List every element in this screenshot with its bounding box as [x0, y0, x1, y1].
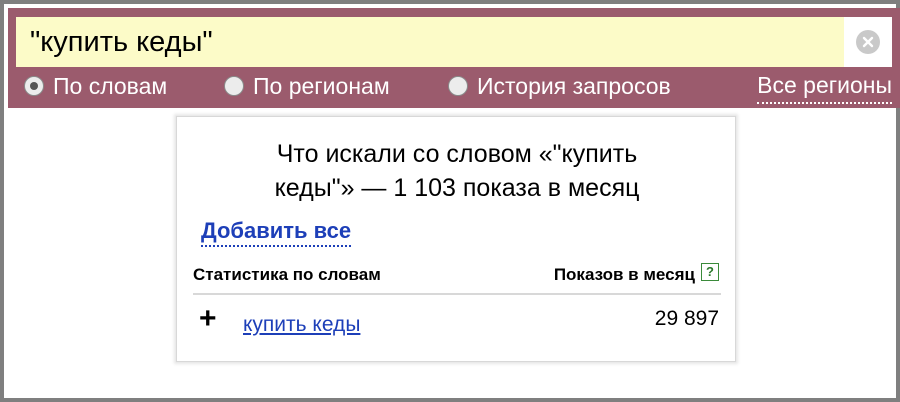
close-circle-icon [856, 30, 880, 54]
radio-unchecked-icon[interactable] [224, 76, 244, 96]
column-header-words: Статистика по словам [193, 265, 381, 284]
table-row: + купить кеды 29 897 [193, 303, 721, 343]
panel-title-line-2: кеды"» — 1 103 показа в месяц [274, 174, 640, 202]
phrase-link[interactable]: купить кеды [243, 313, 360, 337]
search-bar-panel: По словам По регионам История запросов В… [8, 8, 900, 108]
panel-title: Что искали со словом «"купить кеды"» — 1… [197, 137, 717, 205]
shows-count: 29 897 [654, 307, 719, 330]
radio-checked-icon[interactable] [24, 76, 44, 96]
radio-label: По словам [53, 72, 168, 99]
add-phrase-button[interactable]: + [199, 303, 217, 335]
radio-label: История запросов [477, 72, 671, 99]
radio-by-regions[interactable]: По регионам [224, 70, 390, 102]
search-input[interactable] [16, 17, 844, 67]
radio-query-history[interactable]: История запросов [448, 70, 671, 102]
column-header-shows: Показов в месяц [553, 265, 695, 284]
help-icon[interactable]: ? [701, 263, 719, 281]
add-all-link[interactable]: Добавить все [201, 217, 352, 247]
clear-search-button[interactable] [844, 17, 892, 67]
window-frame: По словам По регионам История запросов В… [0, 0, 900, 402]
stats-table-header: Статистика по словам Показов в месяц ? [193, 263, 721, 295]
all-regions-link[interactable]: Все регионы [757, 70, 892, 104]
radio-unchecked-icon[interactable] [448, 76, 468, 96]
radio-label: По регионам [253, 72, 390, 99]
search-mode-radios: По словам По регионам История запросов В… [8, 70, 900, 104]
search-box [16, 17, 892, 67]
panel-title-line-1: Что искали со словом «"купить [276, 140, 638, 168]
word-stats-panel: Что искали со словом «"купить кеды"» — 1… [176, 116, 736, 362]
radio-by-words[interactable]: По словам [24, 70, 167, 102]
